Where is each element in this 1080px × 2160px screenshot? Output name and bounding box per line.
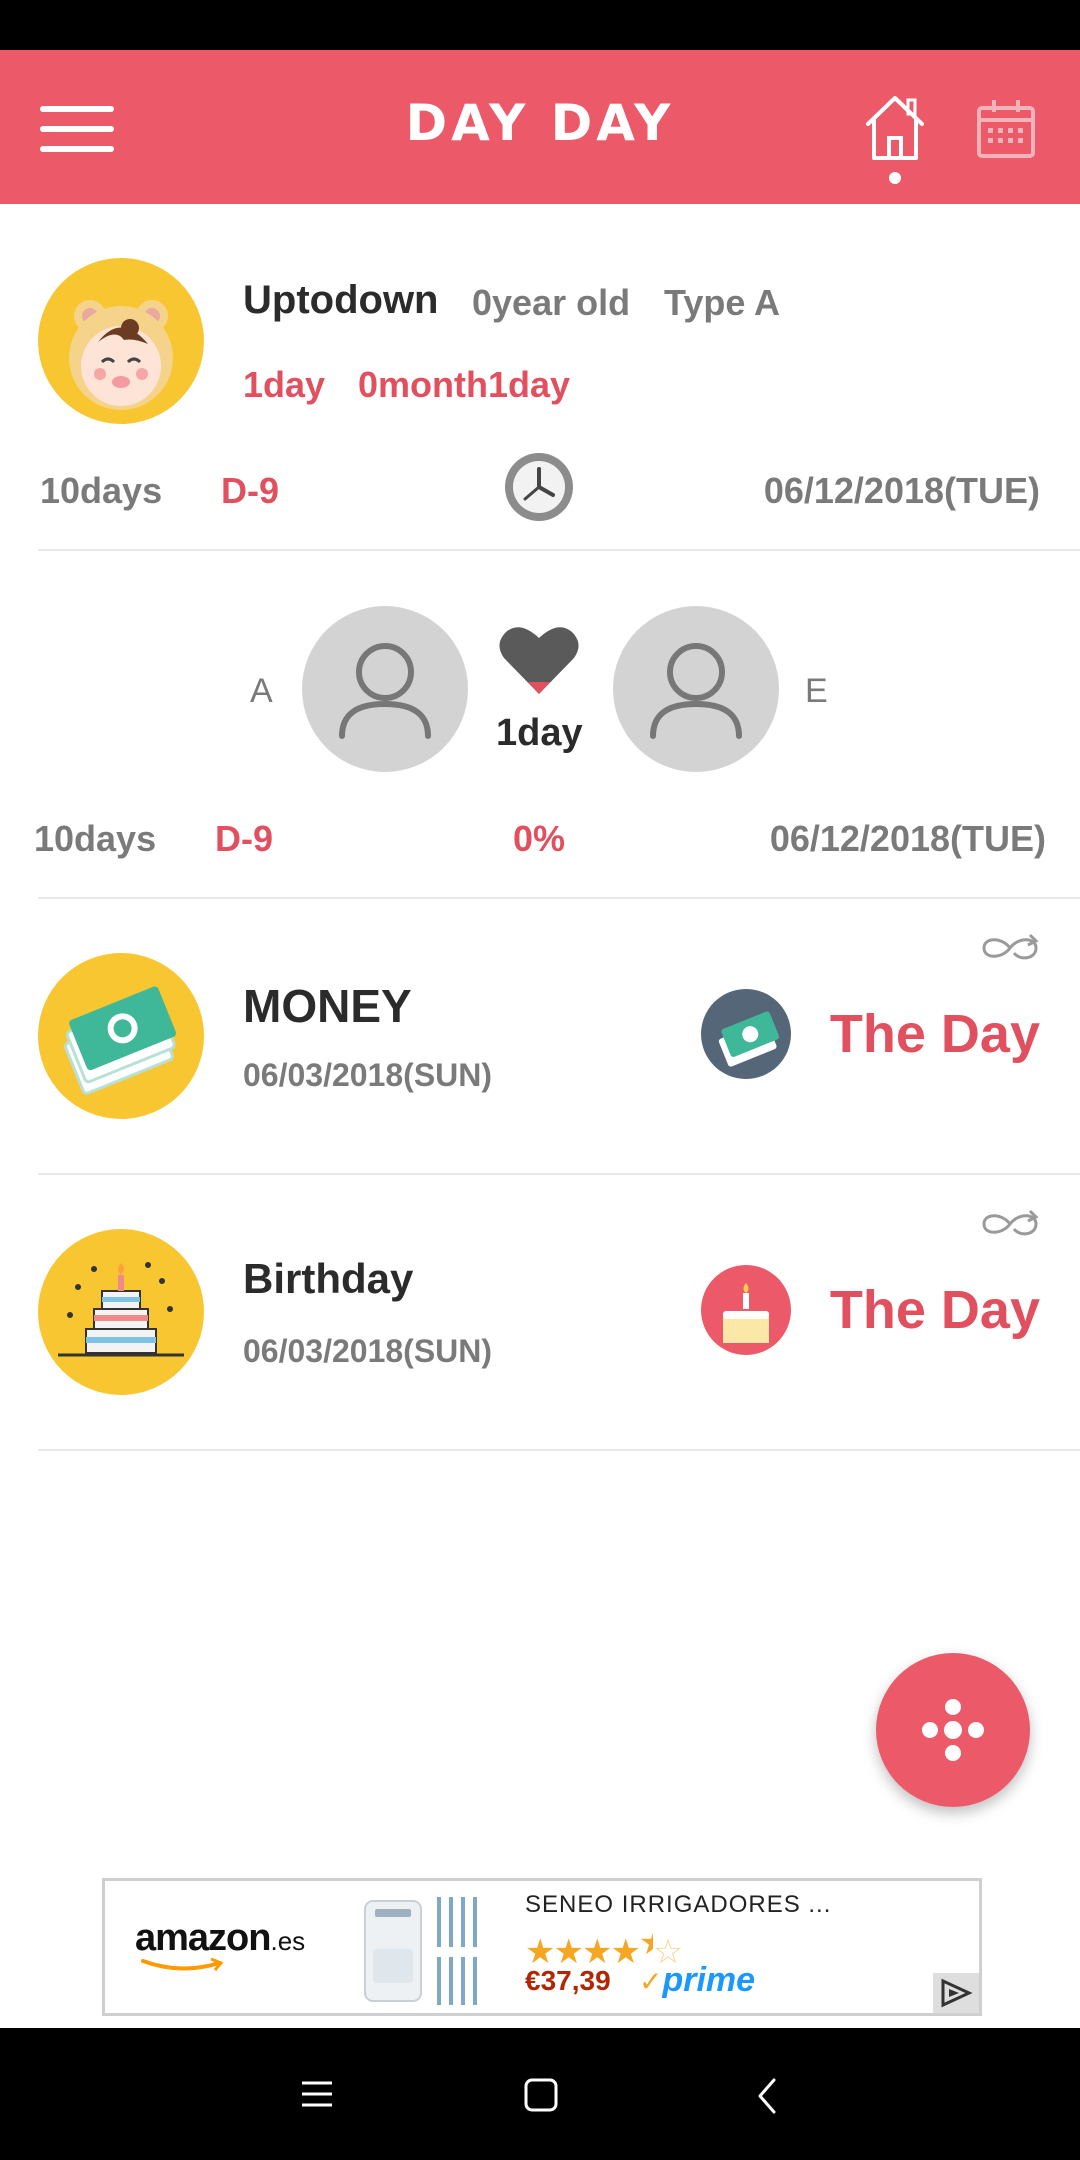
couple-date: 06/12/2018(TUE) (769, 818, 1046, 859)
amazon-smile-icon (141, 1957, 224, 1971)
event-badge (701, 989, 791, 1079)
home-icon[interactable] (862, 92, 928, 164)
recents-menu-icon[interactable] (300, 2080, 334, 2108)
divider (38, 1449, 1080, 1451)
together-days: 1day (496, 712, 583, 754)
event-title: Birthday (243, 1255, 414, 1302)
back-icon[interactable] (756, 2078, 778, 2114)
event-date: 06/03/2018(SUN) (243, 1057, 493, 1093)
calendar-icon[interactable] (976, 96, 1036, 160)
system-nav-bar (0, 2028, 1080, 2160)
amazon-logo: amazon.es (135, 1917, 306, 1971)
left-initial: A (250, 672, 273, 710)
infinity-repeat-icon[interactable] (978, 1207, 1042, 1241)
baby-age: 0year old (472, 282, 631, 323)
list-item[interactable]: Birthday 06/03/2018(SUN) The Day (0, 1175, 1080, 1449)
ad-price: €37,39 (525, 1965, 611, 1996)
ad-product-name: SENEO IRRIGADORES ... (525, 1891, 832, 1918)
adchoices-icon[interactable] (933, 1973, 979, 2013)
right-avatar[interactable] (613, 606, 779, 772)
event-avatar (38, 1229, 204, 1395)
heart-icon (499, 627, 579, 694)
event-avatar (38, 953, 204, 1119)
status-bar (0, 0, 1080, 50)
event-badge (701, 1265, 791, 1355)
event-title: MONEY (243, 980, 412, 1032)
money-icon (718, 1011, 780, 1067)
couple-percent: 0% (513, 818, 566, 859)
baby-date: 06/12/2018(TUE) (763, 470, 1040, 511)
product-image (364, 1897, 477, 2005)
baby-name: Uptodown (243, 278, 439, 322)
hamburger-icon (40, 106, 114, 112)
right-initial: E (805, 672, 828, 710)
ad-banner[interactable]: amazon.es SENEO IRRIGADORES ... ★★★★★☆ €… (102, 1878, 982, 2016)
menu-button[interactable] (40, 106, 114, 152)
baby-months-days: 0month1day (358, 364, 571, 405)
birthday-cake-icon (723, 1283, 769, 1343)
event-status: The Day (829, 1004, 1040, 1064)
money-icon (64, 986, 177, 1095)
app-title: DAY DAY (405, 94, 675, 152)
dots-flower-icon (922, 1699, 984, 1761)
event-date: 06/03/2018(SUN) (243, 1333, 493, 1369)
add-event-fab[interactable] (876, 1653, 1030, 1807)
baby-blood-type: Type A (664, 282, 781, 323)
ad-brand-suffix: .es (270, 1926, 306, 1956)
infinity-repeat-icon[interactable] (978, 931, 1042, 965)
prime-label: prime (662, 1961, 756, 1999)
divider (38, 549, 1080, 551)
home-square-icon[interactable] (524, 2078, 558, 2112)
baby-dday: D-9 (221, 470, 280, 511)
baby-days: 1day (243, 364, 326, 405)
birthday-cake-icon (58, 1262, 184, 1357)
left-avatar[interactable] (302, 606, 468, 772)
couple-dday: D-9 (215, 818, 274, 859)
app-bar: DAY DAY (0, 50, 1080, 204)
event-status: The Day (829, 1280, 1040, 1340)
active-indicator-dot (889, 172, 901, 184)
clock-icon[interactable] (503, 451, 575, 523)
ad-brand: amazon (135, 1917, 271, 1959)
baby-bear-icon (69, 300, 173, 410)
list-item[interactable]: MONEY 06/03/2018(SUN) The Day (0, 899, 1080, 1173)
baby-count: 10days (40, 470, 163, 511)
person-icon (339, 643, 431, 739)
person-icon (650, 643, 742, 739)
baby-avatar[interactable] (38, 258, 204, 424)
prime-badge: ✓prime (639, 1961, 756, 1999)
couple-count: 10days (34, 818, 157, 859)
